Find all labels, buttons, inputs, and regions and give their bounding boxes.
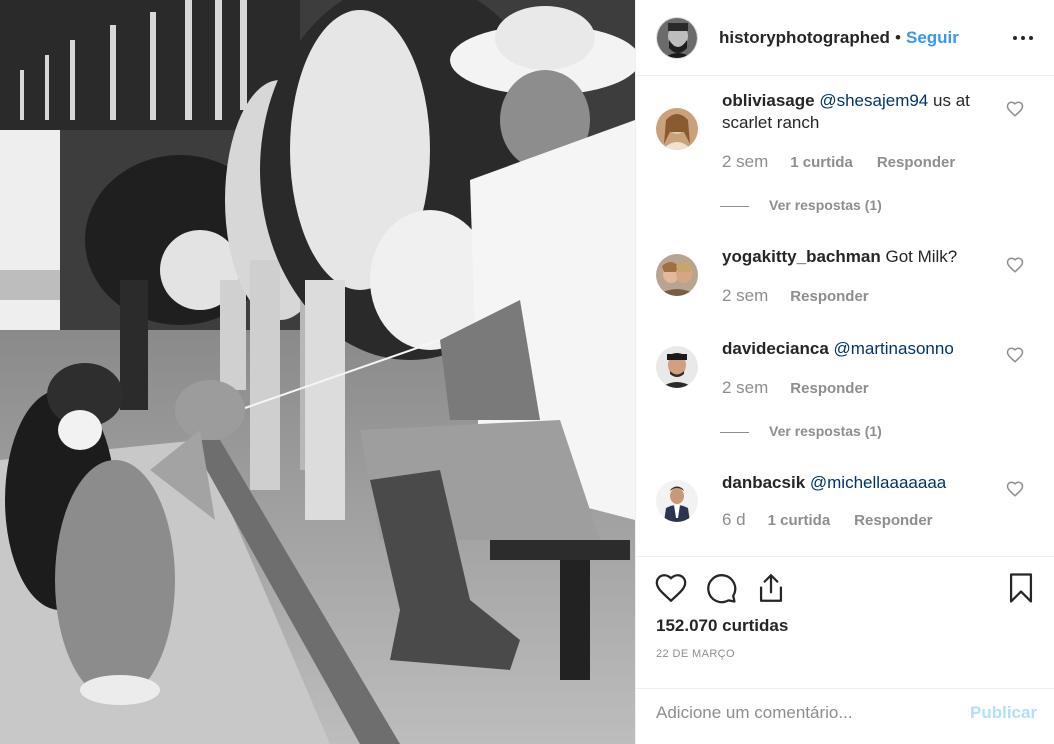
reply-button[interactable]: Responder xyxy=(854,512,932,529)
add-comment-bar: Adicione um comentário... Publicar xyxy=(636,688,1054,744)
post-side-panel: historyphotographed • Seguir obliviasage… xyxy=(635,0,1054,744)
likes-count[interactable]: 152.070 curtidas xyxy=(656,616,788,636)
post-photo[interactable] xyxy=(0,0,635,744)
view-replies-button[interactable]: Ver respostas (1) xyxy=(720,197,882,213)
share-icon[interactable] xyxy=(754,571,788,605)
publish-button[interactable]: Publicar xyxy=(970,703,1037,723)
comment-icon[interactable] xyxy=(704,571,738,605)
view-replies-label: Ver respostas (1) xyxy=(769,197,882,213)
comment-mention[interactable]: @shesajem94 xyxy=(819,91,928,110)
comment-username[interactable]: danbacsik xyxy=(722,473,805,492)
comments-list[interactable]: obliviasage @shesajem94 us at scarlet ra… xyxy=(636,76,1054,556)
reply-button[interactable]: Responder xyxy=(790,288,868,305)
comment-mention[interactable]: @michellaaaaaaa xyxy=(810,473,946,492)
comment-username[interactable]: obliviasage xyxy=(722,91,815,110)
comment-time[interactable]: 2 sem xyxy=(722,152,768,171)
comment-meta: 6 d 1 curtida Responder xyxy=(722,510,957,530)
commenter-avatar[interactable] xyxy=(656,480,698,522)
comment-meta: 2 sem 1 curtida Responder xyxy=(722,152,979,172)
comment-like-heart-icon[interactable] xyxy=(1006,256,1024,274)
comment-text: danbacsik @michellaaaaaaa xyxy=(722,472,992,494)
view-replies-label: Ver respostas (1) xyxy=(769,423,882,439)
comment-time[interactable]: 6 d xyxy=(722,510,746,529)
comment-like-heart-icon[interactable] xyxy=(1006,480,1024,498)
comment-username[interactable]: davidecianca xyxy=(722,339,829,358)
reply-button[interactable]: Responder xyxy=(877,154,955,171)
comment-likes[interactable]: 1 curtida xyxy=(768,512,831,529)
commenter-avatar[interactable] xyxy=(656,346,698,388)
post-header: historyphotographed • Seguir xyxy=(636,0,1054,76)
reply-button[interactable]: Responder xyxy=(790,380,868,397)
comment-body: Got Milk? xyxy=(885,247,958,266)
comment-mention[interactable]: @martinasonno xyxy=(834,339,954,358)
post-image xyxy=(0,0,635,744)
comment-text: obliviasage @shesajem94 us at scarlet ra… xyxy=(722,90,992,134)
comment-like-heart-icon[interactable] xyxy=(1006,100,1024,118)
heart-icon[interactable] xyxy=(654,571,688,605)
commenter-avatar[interactable] xyxy=(656,108,698,150)
view-replies-button[interactable]: Ver respostas (1) xyxy=(720,423,882,439)
comment-meta: 2 sem Responder xyxy=(722,286,893,306)
view-replies-divider xyxy=(720,205,749,207)
comment-text: davidecianca @martinasonno xyxy=(722,338,992,360)
bookmark-icon[interactable] xyxy=(1004,571,1038,605)
author-avatar[interactable] xyxy=(656,17,698,59)
comment-time[interactable]: 2 sem xyxy=(722,378,768,397)
separator-dot: • xyxy=(895,28,901,47)
comment-username[interactable]: yogakitty_bachman xyxy=(722,247,881,266)
commenter-avatar[interactable] xyxy=(656,254,698,296)
comment-text: yogakitty_bachman Got Milk? xyxy=(722,246,992,268)
comment-input[interactable]: Adicione um comentário... xyxy=(656,703,853,723)
comment-time[interactable]: 2 sem xyxy=(722,286,768,305)
more-options-icon[interactable] xyxy=(1011,26,1035,50)
follow-button[interactable]: Seguir xyxy=(906,28,959,48)
post-date[interactable]: 22 DE MARÇO xyxy=(656,648,735,660)
comment-likes[interactable]: 1 curtida xyxy=(790,154,853,171)
author-username[interactable]: historyphotographed xyxy=(719,28,890,48)
view-replies-divider xyxy=(720,431,749,433)
comment-like-heart-icon[interactable] xyxy=(1006,346,1024,364)
post-actions: 152.070 curtidas 22 DE MARÇO xyxy=(636,556,1054,688)
comment-meta: 2 sem Responder xyxy=(722,378,893,398)
